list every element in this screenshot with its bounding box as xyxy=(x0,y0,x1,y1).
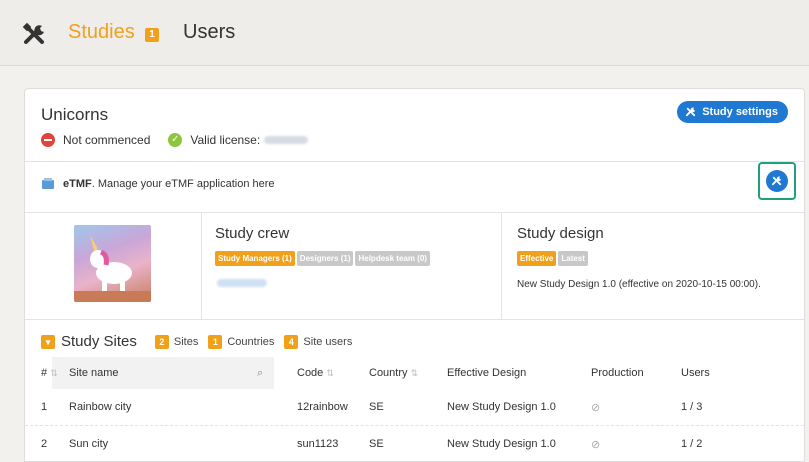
crew-link-redacted[interactable] xyxy=(217,279,267,287)
cell-effective-design: New Study Design 1.0 xyxy=(447,401,556,413)
col-production-header[interactable]: Production xyxy=(591,367,644,379)
col-country-header[interactable]: Country ⇅ xyxy=(369,367,418,379)
tab-users[interactable]: Users xyxy=(183,21,235,44)
countries-count-badge: 1 xyxy=(208,334,223,349)
etmf-row: eTMF. Manage your eTMF application here xyxy=(41,177,275,191)
cell-site-name[interactable]: Sun city xyxy=(69,438,108,450)
cell-users: 1 / 3 xyxy=(681,401,703,413)
col-code-header[interactable]: Code ⇅ xyxy=(297,367,334,379)
tools-icon xyxy=(686,107,696,117)
etmf-name[interactable]: eTMF xyxy=(63,178,92,190)
sort-icon: ⇅ xyxy=(410,368,419,378)
tools-icon xyxy=(766,170,788,192)
study-sites-header: ▾ Study Sites 2 Sites 1 Countries 4 Site… xyxy=(41,333,362,350)
license-text: Valid license: xyxy=(190,133,261,147)
tools-icon xyxy=(22,22,44,44)
site-users-count-badge: 4 xyxy=(284,334,299,349)
design-pills: Effective Latest xyxy=(517,251,588,266)
sites-count-badge: 2 xyxy=(154,334,169,349)
etmf-description: . Manage your eTMF application here xyxy=(91,178,275,190)
table-header: # ⇅ Site name ⌕ Code ⇅ Country ⇅ Effecti… xyxy=(25,357,804,389)
study-sites-title: Study Sites xyxy=(61,333,137,350)
status-text: Not commenced xyxy=(63,133,151,147)
site-users-label: Site users xyxy=(303,335,353,348)
license-value-redacted xyxy=(264,136,309,144)
divider xyxy=(25,161,804,162)
production-disabled-icon: ⊘ xyxy=(591,402,601,414)
cell-code: sun1123 xyxy=(297,438,339,450)
divider xyxy=(501,213,502,319)
design-summary: New Study Design 1.0 (effective on 2020-… xyxy=(517,279,761,290)
search-icon[interactable]: ⌕ xyxy=(257,367,263,380)
cell-code: 12rainbow xyxy=(297,401,348,413)
table-row[interactable]: 1 Rainbow city 12rainbow SE New Study De… xyxy=(25,389,804,425)
divider xyxy=(25,319,804,320)
col-users-header[interactable]: Users xyxy=(681,367,710,379)
col-effective-design-header[interactable]: Effective Design xyxy=(447,367,526,379)
crew-roles: Study Managers (1) Designers (1) Helpdes… xyxy=(215,251,430,266)
check-icon: ✓ xyxy=(168,133,183,147)
study-card: Unicorns Not commenced ✓ Valid license: … xyxy=(24,88,805,462)
sort-icon: ⇅ xyxy=(326,368,334,378)
production-disabled-icon: ⊘ xyxy=(591,439,601,451)
countries-label: Countries xyxy=(227,335,275,348)
study-image xyxy=(74,225,151,302)
design-pill-latest[interactable]: Latest xyxy=(558,251,588,266)
study-settings-button[interactable]: Study settings xyxy=(677,101,788,123)
study-design-title: Study design xyxy=(517,225,604,242)
role-pill-helpdesk[interactable]: Helpdesk team (0) xyxy=(355,251,430,266)
cell-users: 1 / 2 xyxy=(681,438,703,450)
cell-effective-design: New Study Design 1.0 xyxy=(447,438,556,450)
not-commenced-icon xyxy=(41,133,55,147)
study-settings-label: Study settings xyxy=(702,106,778,118)
top-nav: Studies 1 Users xyxy=(0,0,809,66)
collapse-toggle-icon[interactable]: ▾ xyxy=(41,334,55,349)
table-row[interactable]: 2 Sun city sun1123 SE New Study Design 1… xyxy=(25,426,804,462)
study-crew-title: Study crew xyxy=(215,225,290,242)
cell-num: 1 xyxy=(41,401,48,413)
cell-num: 2 xyxy=(41,438,48,450)
sort-icon: ⇅ xyxy=(50,368,58,378)
col-site-name-header[interactable]: Site name xyxy=(69,367,119,379)
cell-country: SE xyxy=(369,438,384,450)
study-title: Unicorns xyxy=(41,105,109,124)
cell-site-name[interactable]: Rainbow city xyxy=(69,401,131,413)
tab-studies[interactable]: Studies xyxy=(68,21,135,44)
role-pill-study-managers[interactable]: Study Managers (1) xyxy=(215,251,295,266)
col-num-header[interactable]: # ⇅ xyxy=(41,367,58,379)
role-pill-designers[interactable]: Designers (1) xyxy=(296,251,354,266)
cell-country: SE xyxy=(369,401,384,413)
studies-count-badge: 1 xyxy=(145,28,159,42)
study-status-row: Not commenced ✓ Valid license: xyxy=(41,133,309,147)
divider xyxy=(25,212,804,213)
design-pill-effective[interactable]: Effective xyxy=(517,251,557,266)
etmf-icon xyxy=(42,178,54,189)
sites-label: Sites xyxy=(173,335,199,348)
etmf-tools-button[interactable] xyxy=(758,162,796,200)
divider xyxy=(201,213,202,319)
